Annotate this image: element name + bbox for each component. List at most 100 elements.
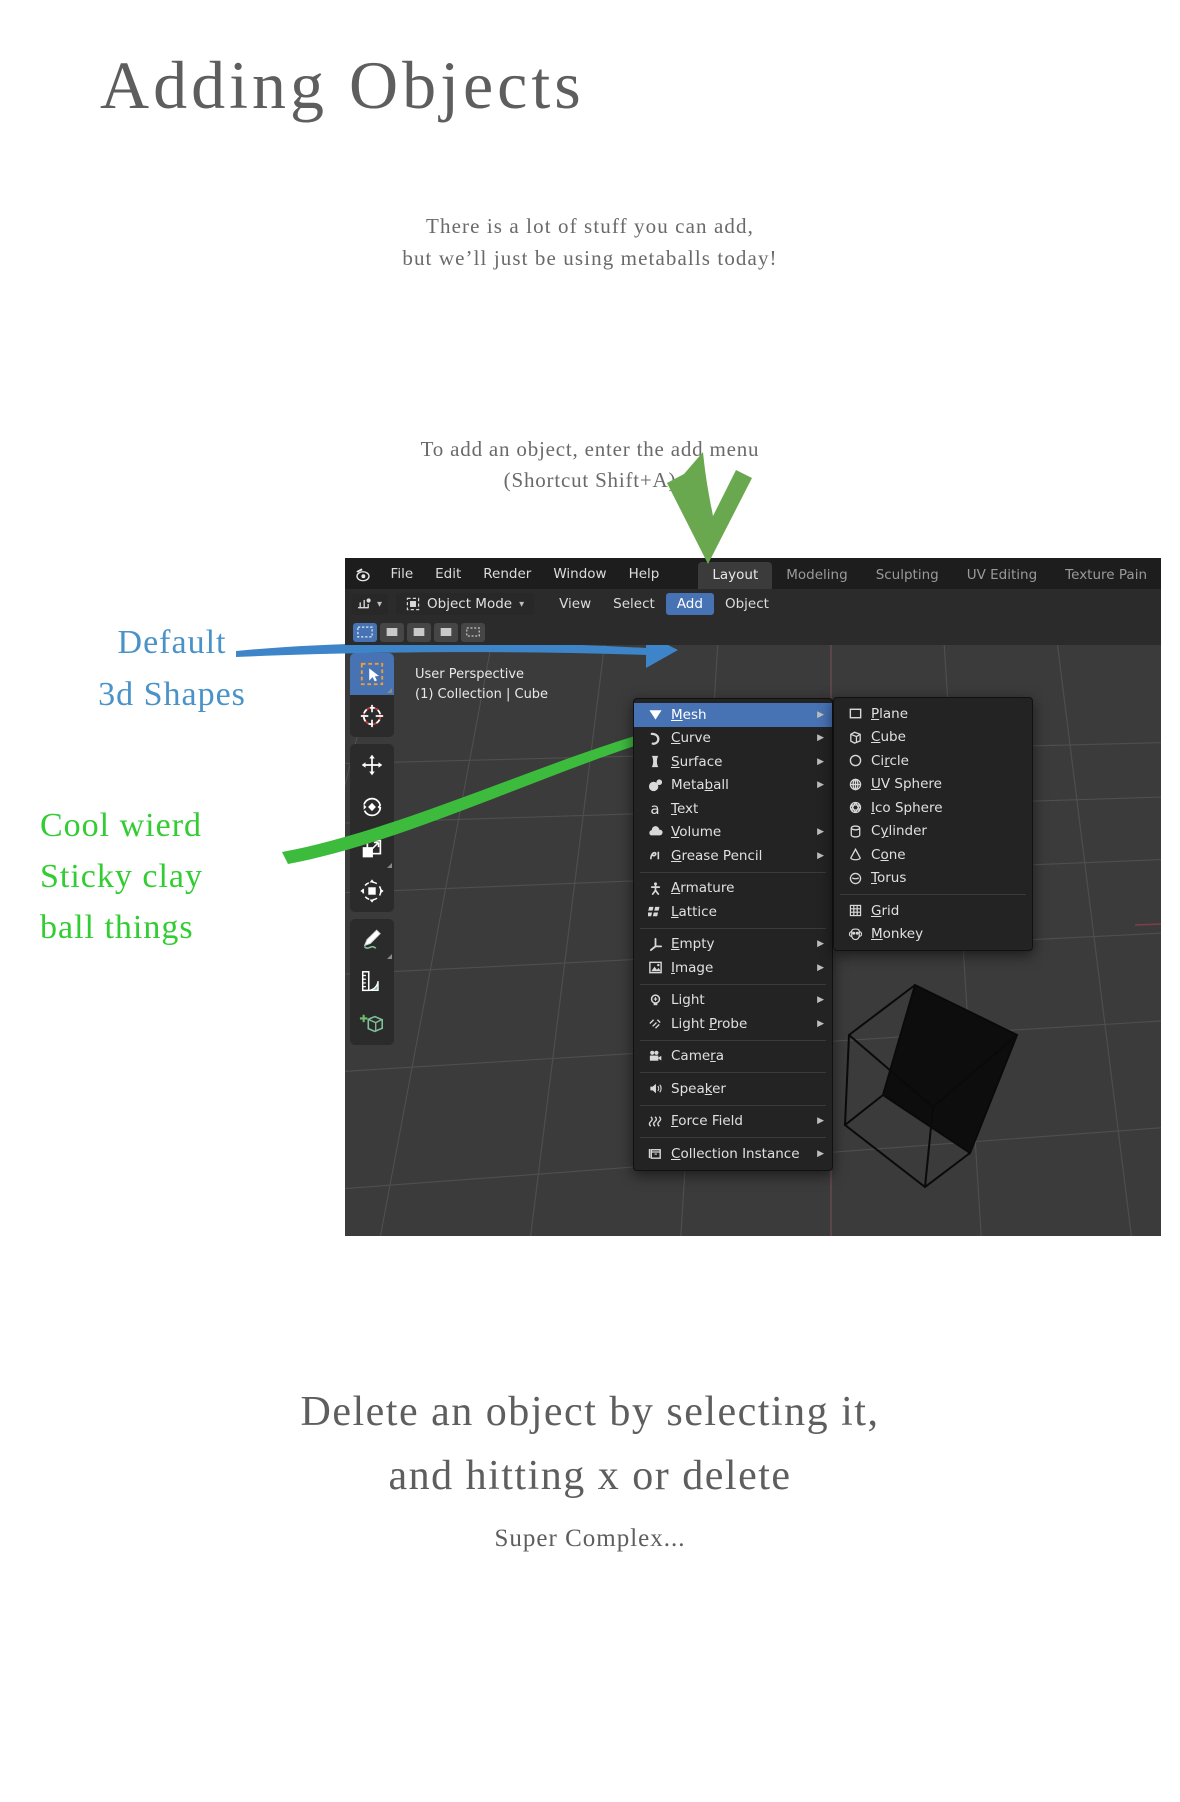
editor-type-icon xyxy=(357,597,371,608)
menu-item-cone[interactable]: Cone xyxy=(834,843,1032,867)
slide-page: Adding Objects There is a lot of stuff y… xyxy=(0,0,1180,1802)
menu-item-mesh[interactable]: Mesh ▶ xyxy=(634,703,832,727)
header-menu-add[interactable]: Add xyxy=(665,593,714,615)
grease-pencil-icon xyxy=(644,848,666,863)
submenu-arrow-icon: ▶ xyxy=(817,850,824,861)
menu-item-text[interactable]: a Text xyxy=(634,797,832,821)
tab-modeling[interactable]: Modeling xyxy=(772,562,861,589)
menu-item-torus[interactable]: Torus xyxy=(834,867,1032,891)
menu-item-metaball[interactable]: Metaball ▶ xyxy=(634,774,832,798)
tool-scale[interactable] xyxy=(350,828,394,870)
viewport-toolbar xyxy=(350,653,394,1052)
menu-item-collection-instance[interactable]: Collection Instance ▶ xyxy=(634,1142,832,1166)
submenu-arrow-icon: ▶ xyxy=(817,780,824,791)
menu-item-curve[interactable]: Curve ▶ xyxy=(634,727,832,751)
menu-item-grid[interactable]: Grid xyxy=(834,899,1032,923)
tool-move[interactable] xyxy=(350,744,394,786)
menu-item-force-field[interactable]: Force Field ▶ xyxy=(634,1110,832,1134)
select-mode-row xyxy=(345,619,1161,645)
menu-item-surface[interactable]: Surface ▶ xyxy=(634,750,832,774)
menu-item-camera[interactable]: Camera xyxy=(634,1045,832,1069)
menu-item-empty[interactable]: Empty ▶ xyxy=(634,933,832,957)
menu-item-ico-sphere[interactable]: Ico Sphere xyxy=(834,796,1032,820)
circle-icon xyxy=(844,753,866,768)
menu-separator xyxy=(640,1072,826,1073)
menu-separator xyxy=(640,927,826,929)
tab-layout[interactable]: Layout xyxy=(698,562,773,589)
tool-expand-corner xyxy=(387,954,392,959)
menu-item-monkey[interactable]: Monkey xyxy=(834,923,1032,947)
annotation-metaball: Cool wierd Sticky clay ball things xyxy=(40,800,280,953)
submenu-arrow-icon: ▶ xyxy=(817,709,824,720)
header-menu-view[interactable]: View xyxy=(548,596,602,612)
cylinder-icon xyxy=(844,824,866,839)
menu-edit[interactable]: Edit xyxy=(424,566,472,582)
grid-icon xyxy=(844,903,866,918)
header-menu-object[interactable]: Object xyxy=(714,596,780,612)
menu-item-armature[interactable]: Armature xyxy=(634,877,832,901)
menu-item-light[interactable]: Light ▶ xyxy=(634,989,832,1013)
annotation-blue-line-2: 3d Shapes xyxy=(98,676,246,713)
instruction-line-1: To add an object, enter the add menu xyxy=(420,437,760,461)
submenu-arrow-icon: ▶ xyxy=(817,733,824,744)
menu-item-cylinder[interactable]: Cylinder xyxy=(834,820,1032,844)
tab-sculpting[interactable]: Sculpting xyxy=(862,562,953,589)
toolbar-group-annotate xyxy=(350,919,394,1045)
footer-line-2: and hitting x or delete xyxy=(388,1453,792,1499)
tool-tweak-select-box[interactable] xyxy=(350,653,394,695)
light-probe-icon xyxy=(644,1016,666,1031)
armature-icon xyxy=(644,881,666,896)
footer-line-1: Delete an object by selecting it, xyxy=(300,1389,880,1435)
tool-add-cube[interactable] xyxy=(350,1003,394,1045)
select-mode-invert[interactable] xyxy=(434,622,458,642)
mode-dropdown[interactable]: Object Mode ▾ xyxy=(396,593,535,615)
menu-item-volume[interactable]: Volume ▶ xyxy=(634,821,832,845)
submenu-arrow-icon: ▶ xyxy=(817,756,824,767)
tool-expand-corner xyxy=(387,688,392,693)
tab-texture-paint[interactable]: Texture Pain xyxy=(1051,562,1161,589)
menu-item-circle[interactable]: Circle xyxy=(834,749,1032,773)
tool-annotate[interactable] xyxy=(350,919,394,961)
menu-item-uv-sphere[interactable]: UV Sphere xyxy=(834,773,1032,797)
workspace-tabs: Layout Modeling Sculpting UV Editing Tex… xyxy=(698,558,1161,589)
select-mode-subtract[interactable] xyxy=(407,622,431,642)
menu-item-plane[interactable]: Plane xyxy=(834,702,1032,726)
menu-item-cube[interactable]: Cube xyxy=(834,726,1032,750)
header-menu-select[interactable]: Select xyxy=(602,596,666,612)
instruction-line-2: (Shortcut Shift+A) xyxy=(503,468,677,492)
editor-type-button[interactable]: ▾ xyxy=(351,593,389,615)
tab-uv-editing[interactable]: UV Editing xyxy=(953,562,1051,589)
footer-note: Super Complex... xyxy=(494,1525,686,1552)
mesh-submenu[interactable]: Plane Cube Circle UV Sphere Ico Sphere C… xyxy=(833,697,1033,951)
menu-item-image[interactable]: Image ▶ xyxy=(634,956,832,980)
tool-cursor[interactable] xyxy=(350,695,394,737)
select-mode-intersect[interactable] xyxy=(461,622,485,642)
add-menu-dropdown[interactable]: Mesh ▶ Curve ▶ Surface ▶ Metaball ▶ a Te… xyxy=(633,698,833,1171)
menu-help[interactable]: Help xyxy=(618,566,671,582)
menu-render[interactable]: Render xyxy=(472,566,542,582)
tool-measure[interactable] xyxy=(350,961,394,1003)
menu-file[interactable]: File xyxy=(380,566,425,582)
viewport-3d[interactable]: User Perspective (1) Collection | Cube M… xyxy=(345,645,1161,1236)
menu-window[interactable]: Window xyxy=(542,566,617,582)
menu-item-grease-pencil[interactable]: Grease Pencil ▶ xyxy=(634,844,832,868)
page-title: Adding Objects xyxy=(100,47,585,123)
select-mode-set[interactable] xyxy=(353,622,377,642)
annotation-blue-line-1: Default xyxy=(117,624,227,661)
text-icon: a xyxy=(650,799,660,818)
annotation-green-line-2: Sticky clay xyxy=(40,858,204,895)
curve-icon xyxy=(644,731,666,746)
menu-separator xyxy=(640,983,826,985)
surface-icon xyxy=(644,754,666,769)
blender-logo-icon xyxy=(353,563,373,585)
menu-item-lattice[interactable]: Lattice xyxy=(634,900,832,924)
tool-rotate[interactable] xyxy=(350,786,394,828)
annotation-green-line-1: Cool wierd xyxy=(40,807,203,844)
menu-item-light-probe[interactable]: Light Probe ▶ xyxy=(634,1012,832,1036)
annotation-default-shapes: Default 3d Shapes xyxy=(52,617,292,721)
menu-separator xyxy=(840,894,1026,895)
select-mode-extend[interactable] xyxy=(380,622,404,642)
menu-item-speaker[interactable]: Speaker xyxy=(634,1077,832,1101)
tool-transform[interactable] xyxy=(350,870,394,912)
submenu-arrow-icon: ▶ xyxy=(817,1018,824,1029)
